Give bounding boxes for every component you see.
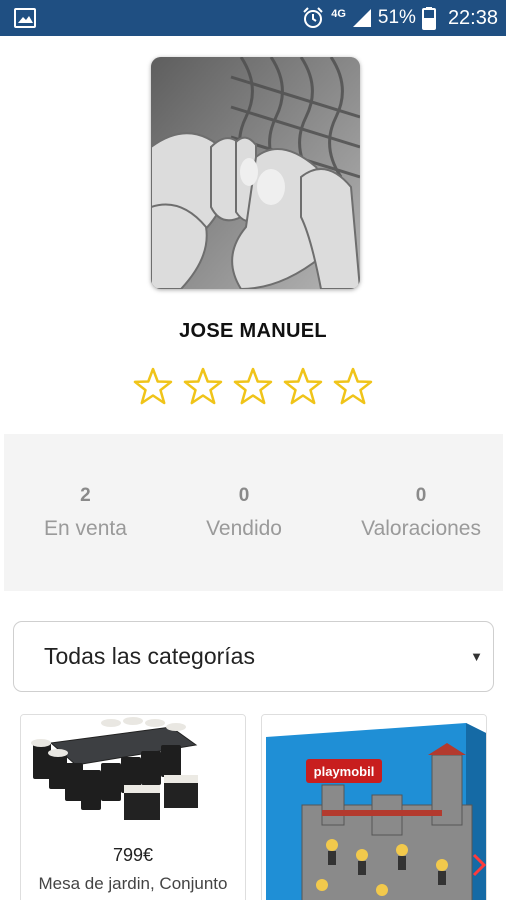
star-icon bbox=[283, 367, 323, 405]
alarm-icon bbox=[303, 7, 323, 28]
stat-value: 0 bbox=[238, 485, 250, 506]
stat-value: 2 bbox=[80, 485, 91, 506]
product-image bbox=[21, 715, 245, 840]
category-select[interactable]: Todas las categorías ▼ bbox=[13, 621, 494, 692]
avatar[interactable] bbox=[151, 57, 360, 289]
product-title: Mesa de jardin, Conjunto bbox=[38, 874, 228, 893]
dropdown-arrow-icon: ▼ bbox=[470, 649, 483, 664]
stat-vendido[interactable]: 0 Vendido bbox=[206, 434, 282, 591]
rating-stars bbox=[0, 366, 506, 406]
clock: 22:38 bbox=[447, 6, 498, 29]
stat-valoraciones[interactable]: 0 Valoraciones bbox=[361, 434, 481, 591]
stat-value: 0 bbox=[415, 485, 427, 506]
product-price: 799€ bbox=[112, 845, 154, 865]
signal-icon bbox=[352, 9, 371, 27]
image-icon bbox=[14, 8, 36, 28]
status-bar: 4G 51% 22:38 bbox=[0, 0, 506, 36]
star-icon bbox=[233, 367, 273, 405]
battery-icon bbox=[421, 7, 436, 30]
star-icon bbox=[183, 367, 223, 405]
stat-label: En venta bbox=[44, 517, 127, 540]
battery-percent: 51% bbox=[377, 7, 416, 28]
stat-en-venta[interactable]: 2 En venta bbox=[44, 434, 127, 591]
brand-logo: playmobil bbox=[314, 764, 375, 779]
product-card[interactable]: playmobil bbox=[261, 714, 487, 900]
network-type: 4G bbox=[331, 8, 346, 20]
star-icon bbox=[333, 367, 373, 405]
stats-panel: 2 En venta 0 Vendido 0 Valoraciones bbox=[4, 434, 503, 591]
product-image: playmobil bbox=[262, 715, 486, 900]
profile-name: JOSE MANUEL bbox=[179, 320, 327, 342]
star-icon bbox=[133, 367, 173, 405]
avatar-image bbox=[151, 57, 360, 289]
category-select-value: Todas las categorías bbox=[44, 643, 255, 669]
stat-label: Vendido bbox=[206, 517, 282, 540]
product-card[interactable]: 799€ Mesa de jardin, Conjunto bbox=[20, 714, 246, 900]
stat-label: Valoraciones bbox=[361, 517, 481, 540]
